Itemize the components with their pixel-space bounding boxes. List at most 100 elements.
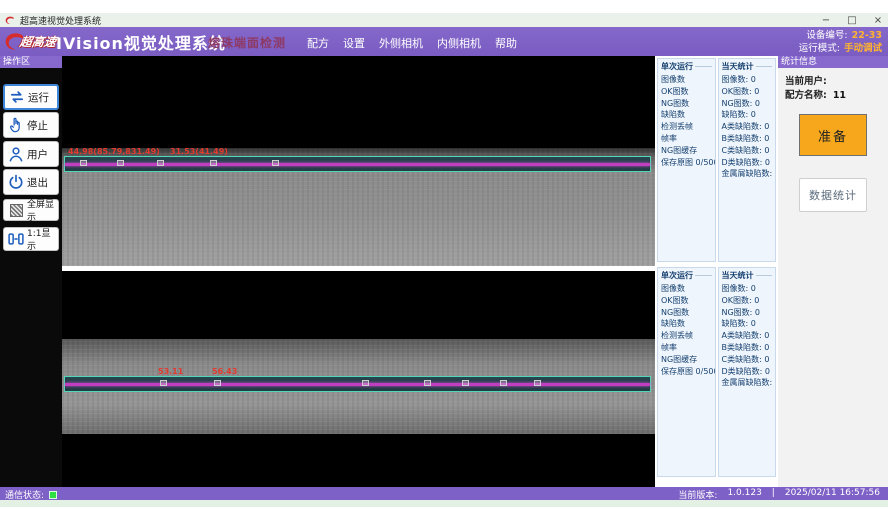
app-window: 超高速视觉处理系统 − □ × 超高速 IVision视觉处理系统 熔珠端面检测… — [0, 0, 888, 522]
mode-label: 运行模式: — [799, 43, 840, 54]
app-header: 超高速 IVision视觉处理系统 熔珠端面检测 配方设置外侧相机内侧相机帮助 … — [0, 27, 888, 56]
sidebar-header: 操作区 — [0, 56, 62, 68]
stat-item: 保存原图 0/500 — [661, 157, 712, 169]
comm-status-indicator — [49, 491, 57, 499]
measurement-annotation: 56.43 — [212, 367, 237, 376]
stat-item: 检测丢帧 — [661, 121, 712, 133]
marker-box — [424, 380, 431, 386]
marker-box — [272, 160, 279, 166]
stat-item: C类缺陷数: 0 — [722, 145, 773, 157]
minimize-button[interactable]: − — [820, 15, 832, 26]
stat-item: 帧率 — [661, 342, 712, 354]
one-to-one-button[interactable]: 1:1显示 — [3, 227, 59, 251]
device-label: 设备编号: — [806, 30, 847, 41]
stat-item: NG图缓存 — [661, 145, 712, 157]
recipe-name-value: 11 — [833, 90, 846, 101]
stat-item: OK图数: 0 — [722, 295, 773, 307]
fullscreen-button-label: 全屏显示 — [27, 197, 58, 223]
single-run-groupbox: 单次运行 图像数OK图数NG图数缺陷数检测丢帧帧率NG图缓存保存原图 0/500 — [657, 267, 716, 477]
marker-box — [500, 380, 507, 386]
info-panel-header: 统计信息 — [778, 56, 888, 68]
stat-item: NG图数: 0 — [722, 98, 773, 110]
bead-centerline — [65, 383, 650, 386]
status-bar: 通信状态: 当前版本: 1.0.123 | 2025/02/11 16:57:5… — [0, 487, 888, 500]
camera-view-inner[interactable]: 53.11 56.43 — [62, 271, 655, 487]
stats-panel-inner: 单次运行 图像数OK图数NG图数缺陷数检测丢帧帧率NG图缓存保存原图 0/500… — [657, 267, 776, 477]
data-statistics-button[interactable]: 数据统计 — [799, 178, 867, 212]
logo-text: 超高速 — [19, 33, 58, 50]
stop-button[interactable]: 停止 — [3, 112, 59, 138]
menu-bar: 配方设置外侧相机内侧相机帮助 — [307, 35, 517, 51]
run-cycle-icon — [8, 88, 26, 106]
bead-centerline — [65, 163, 650, 166]
fullscreen-grid-icon — [7, 201, 25, 219]
menu-item[interactable]: 外侧相机 — [379, 35, 423, 51]
measurement-annotation: 31.53(41.49) — [170, 147, 228, 156]
stop-hand-icon — [7, 116, 25, 134]
stat-item: 金属屑缺陷数: 0 — [722, 377, 773, 389]
groupbox-title: 当天统计 — [722, 61, 773, 72]
menu-item[interactable]: 内侧相机 — [437, 35, 481, 51]
stat-item: D类缺陷数: 0 — [722, 157, 773, 169]
prepare-button[interactable]: 准备 — [799, 114, 867, 156]
app-icon — [4, 15, 15, 26]
run-button-label: 运行 — [28, 90, 49, 105]
bead-detection-roi — [64, 156, 651, 172]
image-area: 44.98(85.79,831.49) 31.53(41.49) 53.11 5… — [62, 56, 655, 487]
one-to-one-icon — [7, 230, 25, 248]
recipe-name-label: 配方名称: — [785, 90, 827, 101]
stat-item: A类缺陷数: 0 — [722, 330, 773, 342]
window-title: 超高速视觉处理系统 — [20, 14, 101, 27]
stat-item: B类缺陷数: 0 — [722, 133, 773, 145]
stat-item: NG图缓存 — [661, 354, 712, 366]
marker-box — [210, 160, 217, 166]
stat-item: 图像数: 0 — [722, 74, 773, 86]
marker-box — [462, 380, 469, 386]
stat-item: OK图数 — [661, 86, 712, 98]
power-icon — [7, 173, 25, 191]
user-button[interactable]: 用户 — [3, 141, 59, 167]
measurement-annotation: 44.98(85.79,831.49) — [68, 147, 160, 156]
user-icon — [7, 145, 25, 163]
sidebar: 操作区 运行 停止 用户 退出 全屏显示 — [0, 56, 62, 487]
device-value: 22-33 — [852, 30, 882, 41]
groupbox-title: 当天统计 — [722, 270, 773, 281]
maximize-button[interactable]: □ — [846, 15, 858, 26]
page-subtitle: 熔珠端面检测 — [208, 34, 286, 51]
stat-item: 图像数 — [661, 74, 712, 86]
menu-item[interactable]: 设置 — [343, 35, 365, 51]
close-button[interactable]: × — [872, 15, 884, 26]
taskbar-strip — [0, 500, 888, 507]
device-info: 设备编号: 22-33 运行模式: 手动调试 — [799, 29, 882, 55]
stat-item: 缺陷数 — [661, 318, 712, 330]
groupbox-title: 单次运行 — [661, 61, 712, 72]
stat-item: 保存原图 0/500 — [661, 366, 712, 378]
daily-stats-groupbox: 当天统计 图像数: 0OK图数: 0NG图数: 0缺陷数: 0A类缺陷数: 0B… — [718, 58, 777, 262]
user-button-label: 用户 — [27, 147, 48, 162]
single-run-groupbox: 单次运行 图像数OK图数NG图数缺陷数检测丢帧帧率NG图缓存保存原图 0/500 — [657, 58, 716, 262]
measurement-annotation: 53.11 — [158, 367, 183, 376]
daily-stats-groupbox: 当天统计 图像数: 0OK图数: 0NG图数: 0缺陷数: 0A类缺陷数: 0B… — [718, 267, 777, 477]
stats-panel-outer: 单次运行 图像数OK图数NG图数缺陷数检测丢帧帧率NG图缓存保存原图 0/500… — [657, 58, 776, 262]
mode-value: 手动调试 — [844, 43, 882, 54]
stat-item: 缺陷数: 0 — [722, 109, 773, 121]
marker-box — [214, 380, 221, 386]
brand-logo: 超高速 — [2, 28, 56, 55]
fullscreen-button[interactable]: 全屏显示 — [3, 199, 59, 221]
statistics-column: 单次运行 图像数OK图数NG图数缺陷数检测丢帧帧率NG图缓存保存原图 0/500… — [655, 56, 778, 487]
menu-item[interactable]: 帮助 — [495, 35, 517, 51]
stat-item: NG图数 — [661, 98, 712, 110]
camera-view-outer[interactable]: 44.98(85.79,831.49) 31.53(41.49) — [62, 56, 655, 266]
menu-item[interactable]: 配方 — [307, 35, 329, 51]
bead-detection-roi — [64, 376, 651, 392]
stat-item: 帧率 — [661, 133, 712, 145]
groupbox-title: 单次运行 — [661, 270, 712, 281]
exit-button-label: 退出 — [27, 175, 48, 190]
exit-button[interactable]: 退出 — [3, 169, 59, 195]
run-button[interactable]: 运行 — [3, 84, 59, 110]
stat-item: NG图数 — [661, 307, 712, 319]
current-user-label: 当前用户: — [785, 76, 827, 87]
marker-box — [362, 380, 369, 386]
stat-item: C类缺陷数: 0 — [722, 354, 773, 366]
marker-box — [160, 380, 167, 386]
